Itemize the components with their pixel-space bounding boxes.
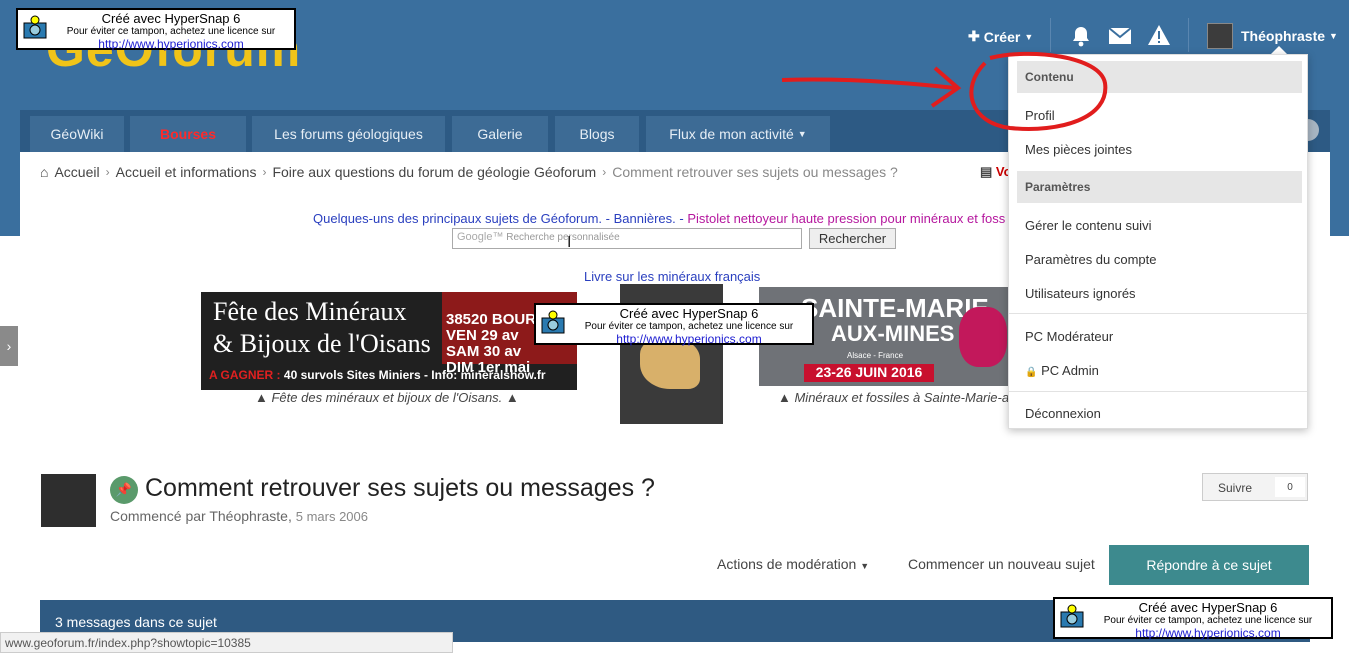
topic-date: 5 mars 2006	[295, 509, 368, 524]
divider	[1188, 18, 1189, 52]
hypersnap-stamp: Créé avec HyperSnap 6 Pour éviter ce tam…	[534, 303, 814, 346]
link-sep: -	[675, 211, 688, 226]
started-by: Commencé par Théophraste,	[110, 508, 292, 524]
pin-icon: 📌	[110, 476, 138, 504]
tab-blogs[interactable]: Blogs	[555, 116, 639, 152]
new-topic-button[interactable]: Commencer un nouveau sujet	[908, 556, 1095, 572]
search-button[interactable]: Rechercher	[809, 228, 896, 249]
create-label: Créer	[983, 28, 1021, 45]
search-placeholder: Recherche personnalisée	[506, 232, 620, 243]
follow-button[interactable]: Suivre 0	[1202, 473, 1308, 501]
banner-line: AUX-MINES	[831, 321, 955, 346]
menu-item-mod-pc[interactable]: PC Modérateur	[1025, 329, 1113, 344]
stamp-line: Créé avec HyperSnap 6	[101, 11, 241, 26]
reply-button[interactable]: Répondre à ce sujet	[1109, 545, 1309, 585]
menu-divider	[1009, 391, 1307, 392]
hypersnap-stamp: Créé avec HyperSnap 6 Pour éviter ce tam…	[1053, 597, 1333, 640]
tab-galerie[interactable]: Galerie	[452, 116, 548, 152]
camera-icon	[1060, 604, 1084, 628]
menu-item-ignored[interactable]: Utilisateurs ignorés	[1025, 286, 1136, 301]
stamp-link: http://www.hyperionics.com	[1135, 626, 1281, 640]
author-avatar[interactable]	[41, 474, 96, 527]
annotation-arrow-circle	[781, 51, 1108, 131]
stamp-line: Créé avec HyperSnap 6	[1138, 600, 1278, 615]
chevron-down-icon: ▼	[1024, 31, 1034, 42]
google-watermark: Google™	[457, 231, 504, 243]
divider	[1050, 18, 1051, 52]
notifications-bell-icon[interactable]	[1071, 25, 1091, 50]
breadcrumb-current: Comment retrouver ses sujets ou messages…	[612, 164, 898, 180]
create-menu-button[interactable]: ✚ Créer ▼	[968, 28, 1033, 45]
breadcrumb-item[interactable]: Foire aux questions du forum de géologie…	[272, 164, 596, 180]
admin-pc-label: PC Admin	[1041, 363, 1099, 378]
lock-icon: 🔒	[1025, 367, 1038, 378]
livre-link[interactable]: Livre sur les minéraux français	[584, 269, 760, 284]
chevron-right-icon: ›	[602, 165, 607, 179]
chevron-down-icon: ▼	[1329, 31, 1338, 41]
moderation-label: Actions de modération	[717, 556, 857, 572]
chevron-down-icon: ▼	[860, 561, 870, 571]
menu-header-settings: Paramètres	[1017, 171, 1302, 203]
tab-forums[interactable]: Les forums géologiques	[252, 116, 445, 152]
menu-item-attachments[interactable]: Mes pièces jointes	[1025, 142, 1132, 157]
link-sep: -	[602, 211, 614, 226]
banner-line: Fête des Minéraux	[213, 297, 407, 326]
follow-count: 0	[1275, 477, 1305, 497]
banner-dates: 23-26 JUIN 2016	[804, 364, 934, 382]
warning-icon[interactable]	[1148, 25, 1170, 48]
breadcrumb-home[interactable]: Accueil	[54, 164, 99, 180]
banner-line: & Bijoux de l'Oisans	[213, 329, 431, 358]
featured-links: Quelques-uns des principaux sujets de Gé…	[313, 211, 1005, 226]
tab-bourses[interactable]: Bourses	[130, 116, 246, 152]
topic-meta: Commencé par Théophraste, 5 mars 2006	[110, 508, 368, 524]
banner-oisans[interactable]: Fête des Minéraux & Bijoux de l'Oisans A…	[201, 292, 624, 390]
page-title: Comment retrouver ses sujets ou messages…	[145, 474, 655, 502]
menu-item-followed[interactable]: Gérer le contenu suivi	[1025, 218, 1151, 233]
banner-sub: Alsace - France	[847, 351, 904, 360]
menu-divider	[1009, 313, 1307, 314]
text-cursor-icon: I	[567, 234, 572, 251]
plus-icon: ✚	[968, 28, 980, 44]
tab-activity-label: Flux de mon activité	[669, 126, 794, 142]
custom-search-input[interactable]: Google™ Recherche personnalisée	[452, 228, 802, 249]
banner-caption: ▲ Minéraux et fossiles à Sainte-Marie-a	[778, 390, 1010, 405]
banner-caption: ▲ Fête des minéraux et bijoux de l'Oisan…	[255, 390, 519, 405]
moderation-actions-button[interactable]: Actions de modération ▼	[717, 556, 869, 572]
follow-label: Suivre	[1218, 481, 1253, 495]
home-icon: ⌂	[40, 164, 49, 180]
breadcrumb: ⌂ Accueil › Accueil et informations › Fo…	[40, 164, 898, 180]
hypersnap-stamp: Créé avec HyperSnap 6 Pour éviter ce tam…	[16, 8, 296, 51]
banner-highlight: A GAGNER :	[209, 368, 281, 382]
crystal-image	[640, 339, 700, 389]
menu-item-admin-pc[interactable]: 🔒 PC Admin	[1025, 363, 1099, 378]
user-avatar[interactable]	[1207, 23, 1233, 49]
stamp-link: http://www.hyperionics.com	[98, 37, 244, 51]
breadcrumb-item[interactable]: Accueil et informations	[116, 164, 257, 180]
user-menu-button[interactable]: Théophraste ▼	[1241, 28, 1338, 44]
status-bar-url: www.geoforum.fr/index.php?showtopic=1038…	[0, 632, 453, 653]
camera-icon	[541, 310, 565, 334]
stamp-line: Créé avec HyperSnap 6	[619, 306, 759, 321]
camera-icon	[23, 15, 47, 39]
username-label: Théophraste	[1241, 28, 1326, 44]
stamp-link: http://www.hyperionics.com	[616, 332, 762, 346]
tab-geowiki[interactable]: GéoWiki	[30, 116, 124, 152]
link-banners[interactable]: Bannières.	[614, 211, 676, 226]
menu-item-account[interactable]: Paramètres du compte	[1025, 252, 1157, 267]
messages-envelope-icon[interactable]	[1108, 27, 1132, 47]
menu-item-logout[interactable]: Déconnexion	[1025, 406, 1101, 421]
breadcrumb-right-link[interactable]: ▤ Vo	[980, 164, 1012, 180]
chevron-right-icon: ›	[262, 165, 267, 179]
sidebar-toggle[interactable]: ›	[0, 326, 18, 366]
rss-icon: ▤	[980, 164, 993, 179]
mineral-image	[959, 307, 1007, 367]
link-pistolet[interactable]: Pistolet nettoyeur haute pression pour m…	[687, 211, 1005, 226]
chevron-right-icon: ›	[105, 165, 110, 179]
link-main-topics[interactable]: Quelques-uns des principaux sujets de Gé…	[313, 211, 602, 226]
